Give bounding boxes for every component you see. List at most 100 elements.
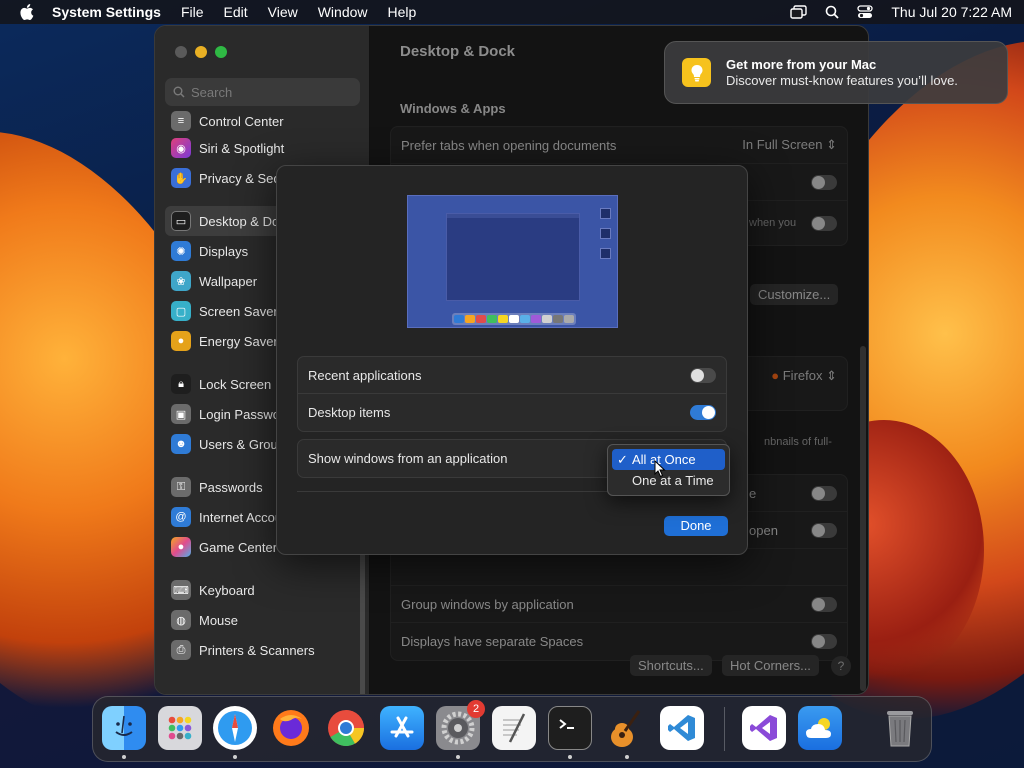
- bulb-icon: ●: [171, 331, 191, 351]
- desktop-items-toggle[interactable]: [690, 405, 716, 420]
- desktop-items-label: Desktop items: [308, 405, 391, 420]
- menu-file[interactable]: File: [181, 4, 204, 20]
- dock-chrome-icon[interactable]: [324, 706, 368, 750]
- dock-system-settings-icon[interactable]: 2: [436, 700, 485, 750]
- screen-saver-icon: ▢: [171, 301, 191, 321]
- dock-finder-icon[interactable]: [102, 706, 146, 750]
- dock-terminal-icon[interactable]: [548, 706, 592, 750]
- notification-title: Get more from your Mac: [726, 57, 877, 72]
- desktop-preview: [407, 195, 618, 328]
- app-name-menu[interactable]: System Settings: [52, 4, 161, 20]
- sun-icon: ✺: [171, 241, 191, 261]
- control-center-icon[interactable]: [857, 5, 874, 19]
- desktop-items-row: Desktop items: [298, 394, 726, 431]
- apple-icon[interactable]: [20, 4, 34, 20]
- lock-icon: ▣: [171, 404, 191, 424]
- sidebar-item-label: Wallpaper: [199, 273, 258, 289]
- show-items-group: Recent applications Desktop items: [297, 356, 727, 432]
- sidebar-item-siri[interactable]: ◉ Siri & Spotlight: [165, 133, 365, 163]
- sidebar-item-label: Game Center: [199, 539, 278, 555]
- dock-weather-icon[interactable]: [798, 706, 842, 750]
- menu-view[interactable]: View: [268, 4, 298, 20]
- flower-icon: ❀: [171, 271, 191, 291]
- dock-safari-icon[interactable]: [213, 706, 257, 750]
- notification-text: Get more from your Mac Discover must-kno…: [726, 57, 958, 88]
- printer-icon: ⎙: [171, 640, 191, 660]
- dock-icon: ▭: [171, 211, 191, 231]
- spotlight-search-icon[interactable]: [825, 5, 839, 19]
- sidebar-item-label: Screen Saver: [199, 303, 278, 319]
- running-indicator: [122, 755, 126, 759]
- hand-icon: ✋: [171, 168, 191, 188]
- mouse-cursor-icon: [654, 460, 666, 478]
- minimize-button[interactable]: [195, 46, 207, 58]
- dock-vscode-icon[interactable]: [660, 706, 704, 750]
- dock-visual-studio-icon[interactable]: [742, 706, 786, 750]
- sidebar-item-label: Siri & Spotlight: [199, 140, 285, 156]
- screen-mirroring-icon[interactable]: [790, 5, 808, 19]
- preview-desktop-icon: [600, 248, 611, 259]
- sidebar-item-label: Passwords: [199, 479, 263, 495]
- sidebar-item-label: Printers & Scanners: [199, 642, 315, 658]
- lightbulb-icon: [682, 58, 711, 87]
- control-center-icon: ≡: [171, 111, 191, 131]
- mouse-icon: ◍: [171, 610, 191, 630]
- running-indicator: [625, 755, 629, 759]
- sidebar-search-field[interactable]: Search: [165, 78, 360, 106]
- recent-apps-label: Recent applications: [308, 367, 422, 383]
- option-one-at-a-time[interactable]: One at a Time: [612, 470, 725, 491]
- sidebar-item-label: Control Center: [199, 113, 284, 129]
- sidebar-item-keyboard[interactable]: ⌨ Keyboard: [165, 575, 365, 605]
- close-button[interactable]: [175, 46, 187, 58]
- running-indicator: [568, 755, 572, 759]
- sidebar-item-mouse[interactable]: ◍ Mouse: [165, 605, 365, 635]
- zoom-button[interactable]: [215, 46, 227, 58]
- sidebar-item-label: Keyboard: [199, 582, 255, 598]
- menu-help[interactable]: Help: [388, 4, 417, 20]
- preview-dock: [452, 313, 576, 325]
- running-indicator: [233, 755, 237, 759]
- sidebar-item-control-center[interactable]: ≡ Control Center: [165, 109, 365, 133]
- menu-bar-clock[interactable]: Thu Jul 20 7:22 AM: [891, 4, 1012, 20]
- preview-window: [446, 213, 580, 301]
- dock-trash-icon[interactable]: [878, 706, 922, 750]
- widgets-sheet: Recent applications Desktop items Show w…: [276, 165, 748, 555]
- sidebar-item-printers[interactable]: ⎙ Printers & Scanners: [165, 635, 365, 665]
- show-windows-popup-menu: ✓ All at Once One at a Time: [607, 444, 730, 496]
- running-indicator: [456, 755, 460, 759]
- dock-textedit-icon[interactable]: [492, 706, 536, 750]
- sidebar-item-label: Displays: [199, 243, 249, 259]
- done-button[interactable]: Done: [664, 516, 728, 536]
- show-windows-label: Show windows from an application: [308, 451, 508, 466]
- search-placeholder: Search: [191, 84, 233, 100]
- preview-desktop-icon: [600, 228, 611, 239]
- menu-window[interactable]: Window: [318, 4, 368, 20]
- keyboard-icon: ⌨: [171, 580, 191, 600]
- option-label: One at a Time: [632, 473, 714, 488]
- sidebar-item-label: Lock Screen: [199, 376, 272, 392]
- lock-icon: 🔒︎: [171, 374, 191, 394]
- notification-badge: 2: [467, 700, 485, 718]
- dock-separator: [724, 707, 725, 751]
- dock: 2: [92, 696, 932, 762]
- option-all-at-once[interactable]: ✓ All at Once: [612, 449, 725, 470]
- dock-garageband-icon[interactable]: [603, 706, 647, 750]
- menu-edit[interactable]: Edit: [224, 4, 248, 20]
- notification-body: Discover must-know features you’ll love.: [726, 73, 958, 88]
- game-center-icon: ●: [171, 537, 191, 557]
- tips-notification[interactable]: Get more from your Mac Discover must-kno…: [664, 41, 1008, 104]
- window-controls: [175, 46, 227, 58]
- key-icon: ⚿: [171, 477, 191, 497]
- users-icon: ☻: [171, 434, 191, 454]
- preview-desktop-icon: [600, 208, 611, 219]
- dock-app-store-icon[interactable]: [380, 706, 424, 750]
- recent-apps-row: Recent applications: [298, 357, 726, 394]
- at-icon: @: [171, 507, 191, 527]
- dock-launchpad-icon[interactable]: [158, 706, 202, 750]
- dock-firefox-icon[interactable]: [269, 706, 313, 750]
- sidebar-item-label: Mouse: [199, 612, 239, 628]
- sidebar-item-label: Energy Saver: [199, 333, 278, 349]
- recent-apps-toggle[interactable]: [690, 367, 716, 383]
- search-icon: [173, 86, 185, 98]
